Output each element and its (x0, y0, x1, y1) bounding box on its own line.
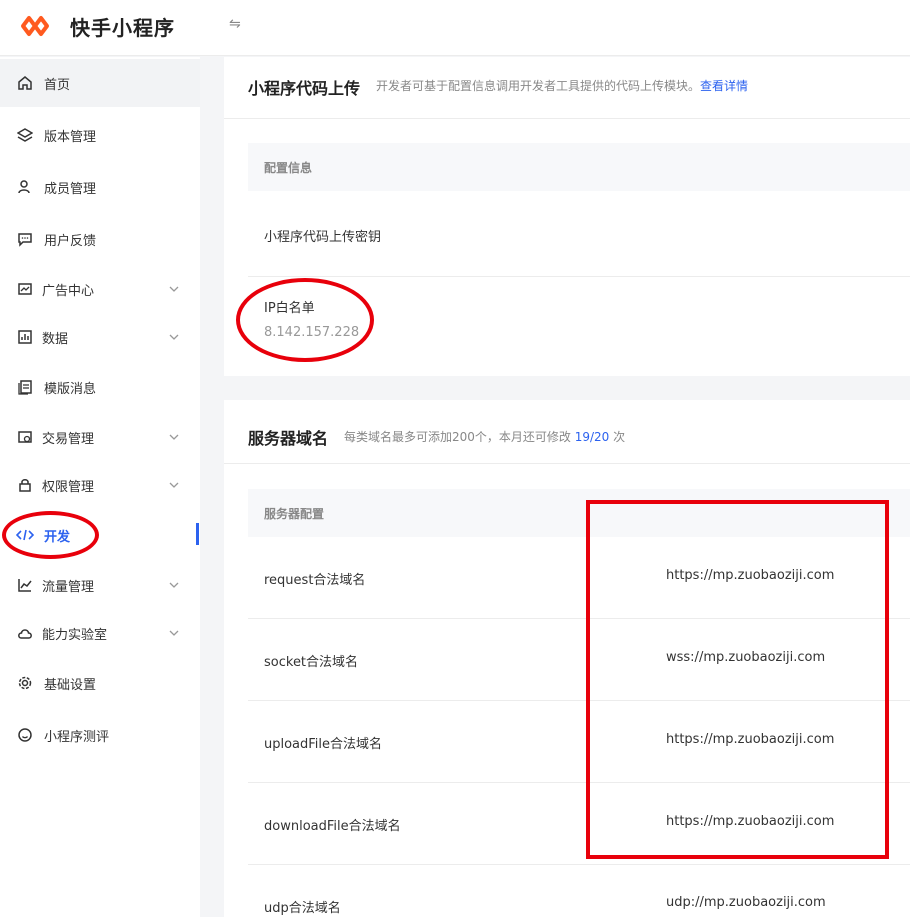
sidebar-item-data[interactable]: 数据 (0, 313, 200, 361)
sidebar-item-label: 用户反馈 (44, 233, 97, 249)
collapse-toggle-icon[interactable]: ⇋ (229, 16, 241, 32)
card-header: 服务器域名 每类域名最多可添加200个，本月还可修改 19/20 次 (224, 400, 910, 464)
trend-icon (16, 576, 34, 594)
table-header-label: 服务器配置 (264, 507, 325, 521)
sidebar-item-label: 基础设置 (44, 677, 97, 693)
sidebar-item-permission[interactable]: 权限管理 (0, 461, 200, 509)
sidebar-item-label: 流量管理 (42, 579, 95, 595)
sidebar-item-members[interactable]: 成员管理 (0, 163, 200, 211)
layers-icon (16, 126, 34, 144)
domain-type-label: udp合法域名 (264, 901, 341, 916)
chevron-down-icon (169, 630, 179, 636)
sidebar-item-lab[interactable]: 能力实验室 (0, 609, 200, 657)
chevron-down-icon (169, 434, 179, 440)
sidebar-item-home[interactable]: 首页 (0, 59, 200, 107)
message-icon (16, 230, 34, 248)
annotation-ellipse-ip (236, 278, 374, 362)
domain-type-label: socket合法域名 (264, 655, 359, 670)
description-text: 开发者可基于配置信息调用开发者工具提供的代码上传模块。 (376, 79, 701, 93)
description-text: 每类域名最多可添加200个，本月还可修改 (344, 430, 571, 444)
sidebar-item-label: 交易管理 (42, 431, 95, 447)
section-description: 开发者可基于配置信息调用开发者工具提供的代码上传模块。查看详情 (376, 77, 748, 94)
active-indicator (196, 523, 199, 545)
domain-type-label: uploadFile合法域名 (264, 737, 383, 752)
annotation-ellipse-develop (2, 511, 99, 559)
home-icon (16, 74, 34, 92)
table-row: udp合法域名 udp://mp.zuobaoziji.com (248, 865, 910, 917)
smile-icon (16, 726, 34, 744)
section-description: 每类域名最多可添加200个，本月还可修改 19/20 次 (344, 428, 625, 445)
sidebar-item-settings[interactable]: 基础设置 (0, 659, 200, 707)
annotation-rect-domains (586, 500, 889, 859)
sidebar-item-label: 首页 (44, 77, 71, 93)
sidebar-item-label: 广告中心 (42, 283, 95, 299)
chevron-down-icon (169, 582, 179, 588)
config-table-header: 配置信息 (248, 143, 910, 191)
sidebar-item-template-message[interactable]: 模版消息 (0, 363, 200, 411)
table-row: 小程序代码上传密钥 (248, 191, 910, 277)
user-icon (16, 178, 34, 196)
sidebar-item-label: 成员管理 (44, 181, 97, 197)
template-icon (16, 378, 34, 396)
domain-type-label: downloadFile合法域名 (264, 819, 401, 834)
gear-icon (16, 674, 34, 692)
sidebar-item-trade[interactable]: 交易管理 (0, 413, 200, 461)
table-header-label: 配置信息 (264, 161, 313, 175)
sidebar-nav: 首页 版本管理 成员管理 用户反馈 广告中心 数据 模版消息 交易管理 权限管理… (0, 57, 200, 917)
sidebar-item-label: 模版消息 (44, 381, 97, 397)
domain-type-label: request合法域名 (264, 573, 366, 588)
cloud-icon (16, 624, 34, 642)
section-title: 小程序代码上传 (248, 79, 361, 98)
ad-icon (16, 280, 34, 298)
card-header: 小程序代码上传 开发者可基于配置信息调用开发者工具提供的代码上传模块。查看详情 (224, 57, 910, 119)
sidebar-item-evaluation[interactable]: 小程序测评 (0, 711, 200, 759)
description-suffix: 次 (613, 430, 626, 444)
lock-icon (16, 476, 34, 494)
sidebar-item-label: 版本管理 (44, 129, 97, 145)
sidebar-item-traffic[interactable]: 流量管理 (0, 561, 200, 609)
chevron-down-icon (169, 286, 179, 292)
top-bar: 快手小程序 ⇋ (0, 0, 910, 56)
sidebar-item-label: 数据 (42, 331, 69, 347)
sidebar-item-label: 能力实验室 (42, 627, 108, 643)
app-title: 快手小程序 (70, 16, 175, 40)
chevron-down-icon (169, 334, 179, 340)
chart-icon (16, 328, 34, 346)
view-details-link[interactable]: 查看详情 (700, 79, 748, 93)
upload-key-label: 小程序代码上传密钥 (264, 230, 382, 245)
sidebar-item-feedback[interactable]: 用户反馈 (0, 215, 200, 263)
sidebar-item-label: 小程序测评 (44, 729, 110, 745)
sidebar-item-ads[interactable]: 广告中心 (0, 265, 200, 313)
trade-icon (16, 428, 34, 446)
chevron-down-icon (169, 482, 179, 488)
sidebar-item-version[interactable]: 版本管理 (0, 111, 200, 159)
quota-count: 19/20 (574, 430, 610, 444)
sidebar-item-label: 权限管理 (42, 479, 95, 495)
kuaishou-logo-icon[interactable] (20, 12, 56, 40)
domain-value: udp://mp.zuobaoziji.com (666, 895, 826, 910)
section-title: 服务器域名 (248, 429, 329, 448)
